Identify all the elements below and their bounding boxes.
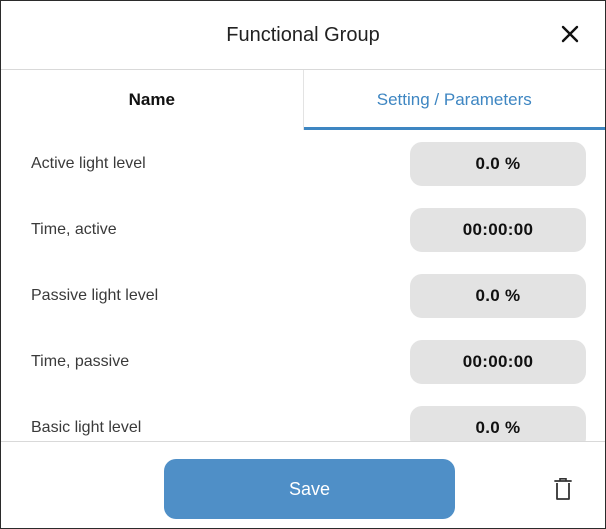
dialog-title: Functional Group [226,23,380,46]
close-icon [561,25,579,43]
list-item: Basic light level 0.0 % [1,395,605,441]
time-passive-label: Time, passive [31,353,130,370]
basic-light-level-field[interactable]: 0.0 % [410,406,586,441]
list-item: Time, active 00:00:00 [1,197,605,263]
time-active-field[interactable]: 00:00:00 [410,208,586,252]
delete-button[interactable] [549,474,577,504]
basic-light-level-label: Basic light level [31,419,142,436]
tab-bar: Name Setting / Parameters [1,70,605,130]
parameters-list[interactable]: Active light level 0.0 % Time, active 00… [1,131,605,441]
passive-light-level-label: Passive light level [31,287,159,304]
active-light-level-label: Active light level [31,155,146,172]
passive-light-level-field[interactable]: 0.0 % [410,274,586,318]
tab-name[interactable]: Name [1,70,304,130]
list-item: Passive light level 0.0 % [1,263,605,329]
trash-icon [554,478,572,500]
time-active-label: Time, active [31,221,117,238]
close-button[interactable] [555,19,585,49]
list-item: Active light level 0.0 % [1,131,605,197]
time-passive-field[interactable]: 00:00:00 [410,340,586,384]
active-light-level-field[interactable]: 0.0 % [410,142,586,186]
dialog-footer: Save [1,441,605,528]
save-button[interactable]: Save [164,459,455,519]
functional-group-dialog: Functional Group Name Setting / Paramete… [0,0,606,529]
list-item: Time, passive 00:00:00 [1,329,605,395]
dialog-header: Functional Group [1,1,605,70]
tab-setting-parameters[interactable]: Setting / Parameters [303,70,606,130]
